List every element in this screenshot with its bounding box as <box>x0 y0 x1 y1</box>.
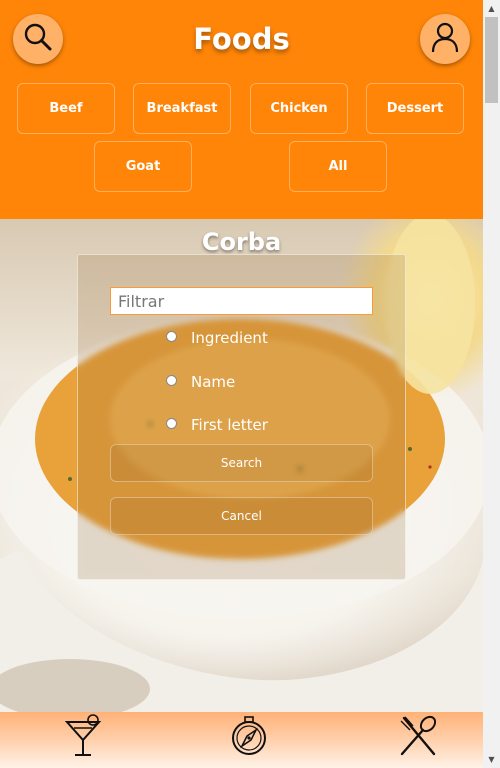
category-label: All <box>328 159 348 174</box>
search-submit-button[interactable]: Search <box>110 444 373 482</box>
scrollbar-thumb[interactable] <box>485 17 498 103</box>
category-label: Chicken <box>270 101 328 116</box>
radio-first-letter[interactable] <box>166 418 177 429</box>
category-chicken[interactable]: Chicken <box>250 83 348 134</box>
cocktail-icon <box>63 714 103 762</box>
user-icon <box>430 21 460 57</box>
nav-explore[interactable] <box>229 716 269 760</box>
scroll-up-icon[interactable]: ▲ <box>483 0 500 17</box>
vertical-scrollbar[interactable] <box>483 0 500 768</box>
search-button-label: Search <box>220 456 263 470</box>
dish-title: Corba <box>201 228 282 256</box>
page-title: Foods <box>193 22 290 56</box>
filter-input[interactable] <box>110 287 373 315</box>
nav-drinks[interactable] <box>63 714 103 762</box>
radio-name[interactable] <box>166 375 177 386</box>
compass-icon <box>229 714 269 762</box>
category-breakfast[interactable]: Breakfast <box>133 83 231 134</box>
category-label: Beef <box>49 101 83 116</box>
radio-first-letter-label: First letter <box>191 416 268 434</box>
scroll-down-icon[interactable]: ▼ <box>483 751 500 768</box>
radio-name-label: Name <box>191 373 236 391</box>
app-header: Foods Beef Breakfast Chicken Dessert Goa… <box>0 0 483 219</box>
cancel-button[interactable]: Cancel <box>110 497 373 535</box>
radio-ingredient-label: Ingredient <box>191 329 268 347</box>
category-label: Goat <box>125 159 161 174</box>
category-beef[interactable]: Beef <box>17 83 115 134</box>
app-viewport: Foods Beef Breakfast Chicken Dessert Goa… <box>0 0 483 768</box>
category-label: Dessert <box>386 101 444 116</box>
cancel-button-label: Cancel <box>221 509 262 523</box>
radio-ingredient[interactable] <box>166 331 177 342</box>
category-goat[interactable]: Goat <box>94 141 192 192</box>
fork-spoon-icon <box>398 714 438 762</box>
profile-button[interactable] <box>420 14 470 64</box>
nav-foods[interactable] <box>398 714 438 762</box>
category-all[interactable]: All <box>289 141 387 192</box>
category-label: Breakfast <box>146 101 218 116</box>
category-dessert[interactable]: Dessert <box>366 83 464 134</box>
